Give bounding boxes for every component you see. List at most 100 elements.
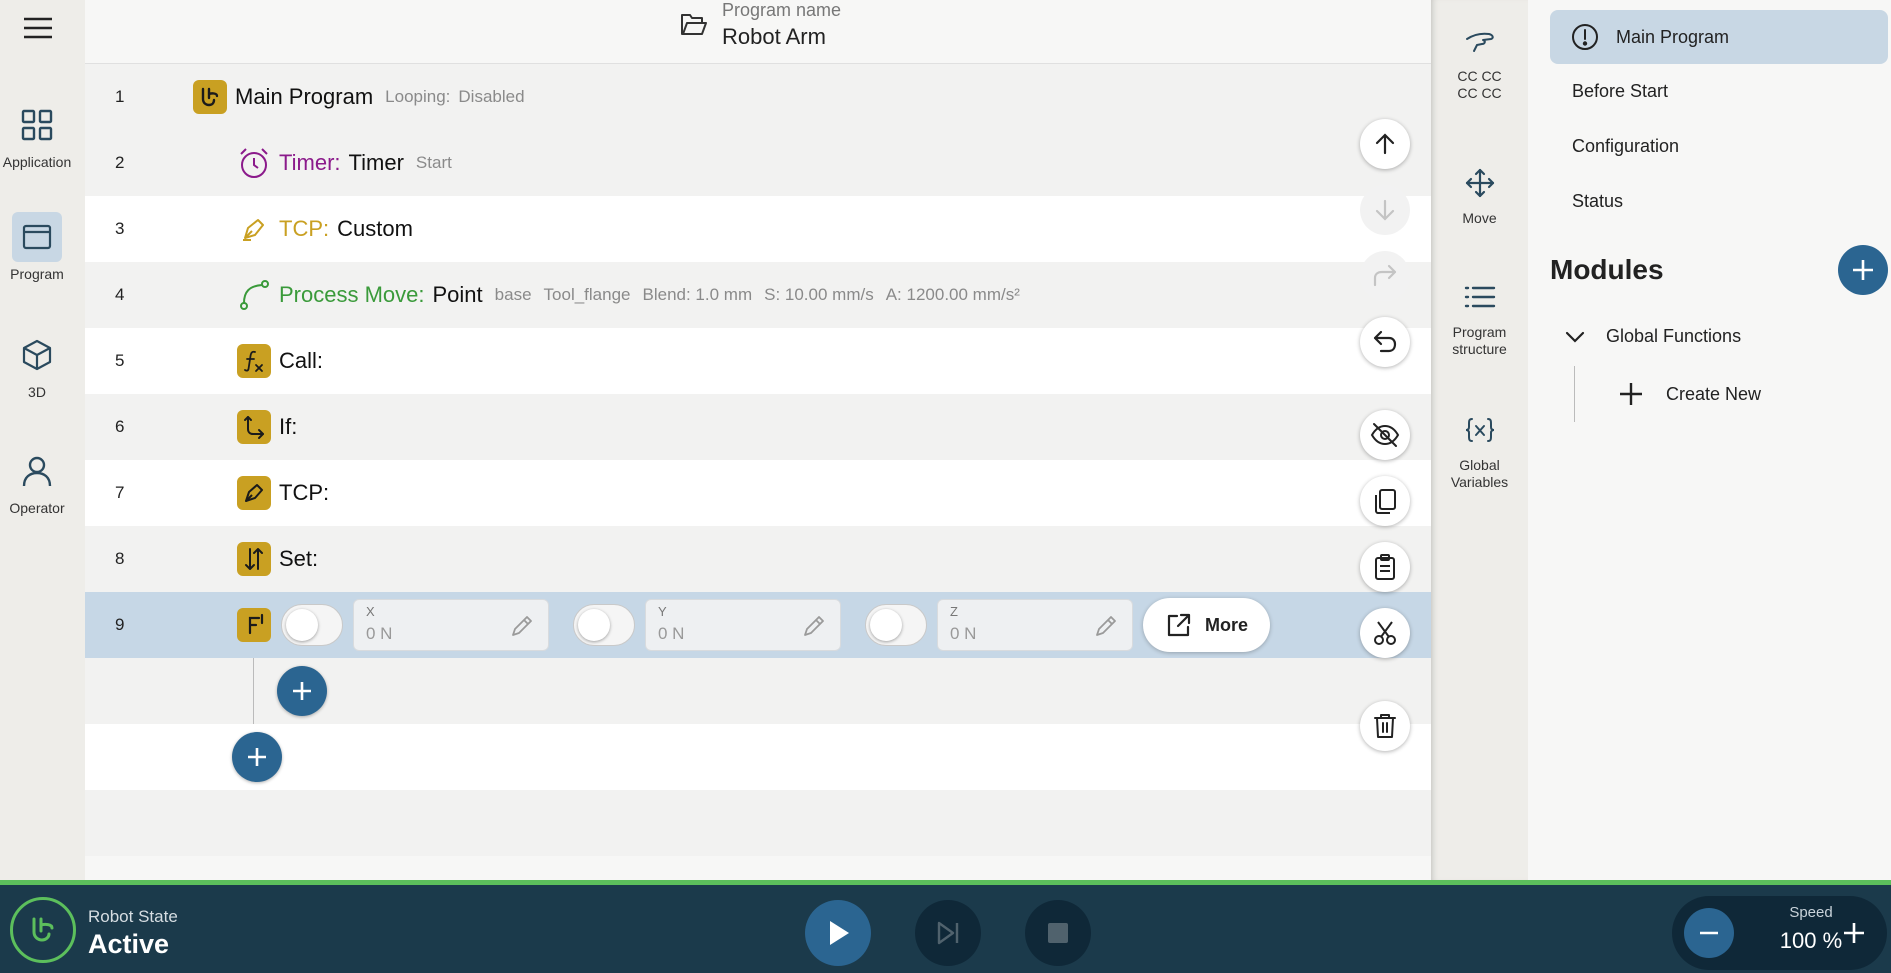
tools-column: CC CC CC CC Move Program structure Globa… bbox=[1431, 0, 1528, 880]
scissors-icon bbox=[1374, 621, 1396, 645]
program-row-tcp[interactable]: 3 TCP: Custom bbox=[85, 196, 1431, 262]
row-meta: Looping: bbox=[385, 87, 451, 106]
copy-button[interactable] bbox=[1360, 476, 1410, 526]
program-row-call[interactable]: 5 Call: bbox=[85, 328, 1431, 394]
tool-move[interactable]: Move bbox=[1431, 158, 1528, 227]
chevron-down-icon[interactable] bbox=[1564, 330, 1586, 344]
program-row-if[interactable]: 6 If: bbox=[85, 394, 1431, 460]
outline-before-start-label: Before Start bbox=[1572, 80, 1669, 101]
move-up-button[interactable] bbox=[1360, 119, 1410, 169]
pen-nib-icon bbox=[237, 212, 271, 246]
nav-application-label: Application bbox=[2, 154, 72, 170]
plus-icon bbox=[1844, 923, 1864, 943]
row-number: 7 bbox=[115, 483, 125, 502]
hamburger-menu-icon[interactable] bbox=[20, 14, 56, 42]
outline-status[interactable]: Status bbox=[1550, 174, 1888, 228]
force-z-label: Z bbox=[950, 604, 958, 619]
root-insert-row bbox=[85, 724, 1431, 790]
program-tree: 1 Main Program Looping: Disabled 2 Timer… bbox=[85, 64, 1431, 856]
row-keyword: Set: bbox=[279, 546, 319, 571]
tree-line bbox=[1574, 366, 1575, 422]
more-button[interactable]: More bbox=[1143, 598, 1270, 652]
nav-operator[interactable]: Operator bbox=[0, 446, 74, 516]
program-row-force[interactable]: 9 X 0 N Y 0 N Z 0 N More bbox=[85, 592, 1431, 658]
more-label: More bbox=[1204, 614, 1248, 635]
row-meta: A: 1200.00 mm/s² bbox=[885, 285, 1020, 304]
redo-button[interactable] bbox=[1360, 251, 1410, 301]
cut-button[interactable] bbox=[1360, 608, 1410, 658]
hide-button[interactable] bbox=[1360, 410, 1410, 460]
variable-icon bbox=[1455, 405, 1505, 455]
stop-button[interactable] bbox=[1025, 900, 1091, 966]
outline-main-program[interactable]: Main Program bbox=[1550, 10, 1888, 64]
nav-3d[interactable]: 3D bbox=[0, 330, 74, 400]
tool-label: Program bbox=[1452, 324, 1507, 340]
move-down-button[interactable] bbox=[1360, 185, 1410, 235]
nav-application[interactable]: Application bbox=[0, 100, 74, 170]
copy-icon bbox=[1375, 489, 1396, 514]
edit-pencil-icon[interactable] bbox=[1094, 614, 1120, 638]
row-meta: S: 10.00 mm/s bbox=[764, 285, 874, 304]
pen-nib-icon bbox=[237, 476, 271, 510]
program-outline-panel: Main Program Before Start Configuration … bbox=[1528, 0, 1891, 880]
program-row-set[interactable]: 8 Set: bbox=[85, 526, 1431, 592]
program-row-process-move[interactable]: 4 Process Move: Point base Tool_flange B… bbox=[85, 262, 1431, 328]
force-y-field[interactable]: Y 0 N bbox=[645, 599, 841, 651]
delete-button[interactable] bbox=[1360, 701, 1410, 751]
branch-icon bbox=[237, 410, 271, 444]
ur-logo-icon bbox=[193, 80, 227, 114]
alarm-clock-icon bbox=[237, 146, 271, 180]
add-node-button[interactable] bbox=[232, 732, 282, 782]
tool-label: structure bbox=[1452, 341, 1507, 357]
step-button[interactable] bbox=[915, 900, 981, 966]
force-z-toggle[interactable] bbox=[865, 604, 927, 646]
create-new-function[interactable]: Create New bbox=[1618, 381, 1761, 407]
function-icon bbox=[237, 344, 271, 378]
nav-program-label: Program bbox=[10, 266, 64, 282]
paste-button[interactable] bbox=[1360, 542, 1410, 592]
row-keyword: Call: bbox=[279, 348, 324, 373]
nav-program[interactable]: Program bbox=[0, 212, 74, 282]
speed-increase-button[interactable] bbox=[1829, 908, 1879, 958]
force-y-toggle[interactable] bbox=[573, 604, 635, 646]
undo-button[interactable] bbox=[1360, 317, 1410, 367]
edit-pencil-icon[interactable] bbox=[510, 614, 536, 638]
force-x-toggle[interactable] bbox=[281, 604, 343, 646]
arrow-down-icon bbox=[1375, 199, 1395, 221]
info-circle-icon bbox=[1570, 22, 1600, 52]
program-row-timer[interactable]: 2 Timer: Timer Start bbox=[85, 130, 1431, 196]
program-row-tcp-2[interactable]: 7 TCP: bbox=[85, 460, 1431, 526]
tool-global-variables[interactable]: Global Variables bbox=[1431, 405, 1528, 491]
tool-label: Move bbox=[1462, 210, 1497, 226]
speed-decrease-button[interactable] bbox=[1684, 908, 1734, 958]
play-button[interactable] bbox=[805, 900, 871, 966]
row-keyword: Process Move: bbox=[279, 282, 425, 307]
row-value: Custom bbox=[337, 216, 413, 241]
program-editor: Program name Robot Arm 1 Main Program Lo… bbox=[85, 0, 1431, 880]
program-row-main[interactable]: 1 Main Program Looping: Disabled bbox=[85, 64, 1431, 130]
edit-pencil-icon[interactable] bbox=[802, 614, 828, 638]
row-keyword: TCP: bbox=[279, 216, 330, 241]
folder-open-icon[interactable] bbox=[680, 12, 708, 38]
program-name[interactable]: Robot Arm bbox=[722, 24, 826, 50]
outline-configuration[interactable]: Configuration bbox=[1550, 119, 1888, 173]
child-insert-row bbox=[85, 658, 1431, 724]
outline-before-start[interactable]: Before Start bbox=[1550, 64, 1888, 118]
force-x-value: 0 N bbox=[366, 624, 393, 643]
undo-icon bbox=[1373, 330, 1397, 353]
left-navigation: Application Program 3D Operator bbox=[0, 0, 85, 880]
path-curve-icon bbox=[237, 278, 271, 312]
global-functions-group[interactable]: Global Functions bbox=[1564, 326, 1741, 347]
trash-icon bbox=[1374, 714, 1396, 738]
force-z-field[interactable]: Z 0 N bbox=[937, 599, 1133, 651]
tool-program-structure[interactable]: Program structure bbox=[1431, 272, 1528, 358]
add-module-button[interactable] bbox=[1838, 245, 1888, 295]
status-bar: Robot State Active Speed 100 % bbox=[0, 880, 1891, 973]
row-value: Point bbox=[432, 282, 483, 307]
add-child-node-button[interactable] bbox=[277, 666, 327, 716]
row-keyword: Timer: bbox=[279, 150, 341, 175]
tool-freedrive[interactable]: CC CC CC CC bbox=[1431, 16, 1528, 102]
modules-heading: Modules bbox=[1550, 254, 1664, 285]
plus-icon bbox=[1618, 381, 1644, 407]
force-x-field[interactable]: X 0 N bbox=[353, 599, 549, 651]
